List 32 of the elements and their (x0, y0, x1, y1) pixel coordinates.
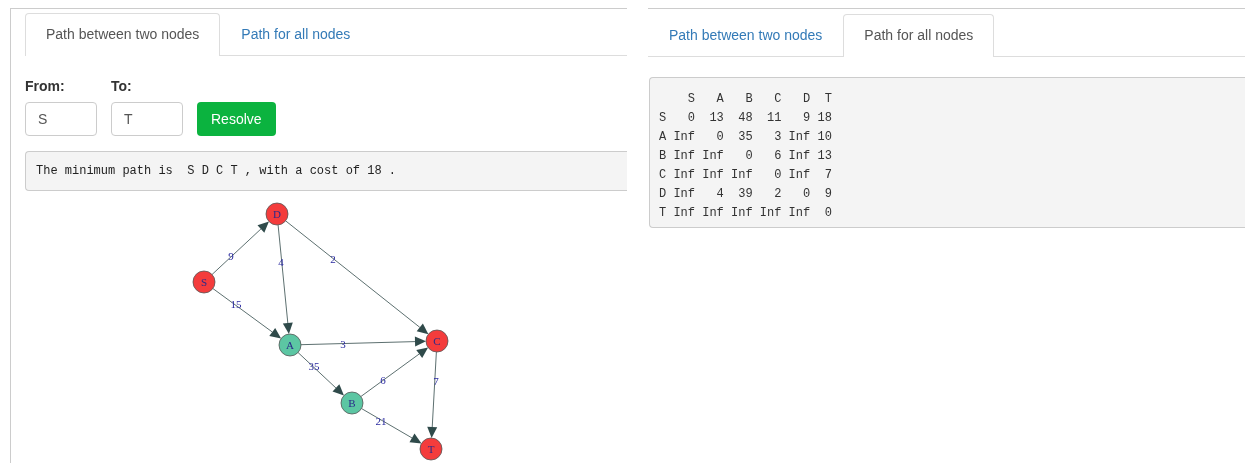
edge-weight: 7 (433, 375, 439, 387)
edge-weight: 35 (308, 360, 320, 372)
matrix-row-text: S A B C D T (686, 91, 832, 108)
result-text: The minimum path is S D C T , with a cost of 18 . (36, 164, 397, 178)
graph-node: S (192, 270, 216, 294)
matrix-row-text: D Inf 4 39 2 0 9 (659, 186, 832, 203)
graph-node: B (340, 391, 364, 415)
edge-arrow (297, 352, 344, 396)
edge-arrow (361, 408, 422, 444)
matrix-row-text: B Inf Inf 0 6 Inf 13 (659, 148, 832, 165)
edge-weight: 21 (375, 415, 387, 427)
graph-node: C (425, 329, 449, 353)
edge-weight: 15 (230, 298, 242, 310)
tab[interactable]: Path between two nodes (648, 14, 844, 57)
tab[interactable]: Path for all nodes (843, 14, 995, 57)
graph-node: T (419, 437, 443, 461)
edge-weight: 3 (340, 338, 346, 350)
tab[interactable]: Path between two nodes (25, 13, 221, 56)
matrix-row-text: A Inf 0 35 3 Inf 10 (659, 129, 832, 146)
matrix-row-text: S 0 13 48 11 9 18 (659, 110, 832, 127)
matrix-row-text: T Inf Inf Inf Inf Inf 0 (659, 205, 832, 222)
edge-weight: 2 (330, 253, 336, 265)
input-field[interactable]: S (25, 102, 97, 136)
matrix-row-text: C Inf Inf Inf 0 Inf 7 (659, 167, 832, 184)
tab[interactable]: Path for all nodes (220, 13, 372, 56)
input-field[interactable]: T (111, 102, 183, 136)
field-label: To: (111, 78, 133, 94)
edge-weight: 4 (278, 256, 284, 268)
field-label: From: (25, 78, 66, 94)
graph-node: D (265, 202, 289, 226)
graph-node: A (278, 333, 302, 357)
edge-arrow (211, 221, 269, 275)
